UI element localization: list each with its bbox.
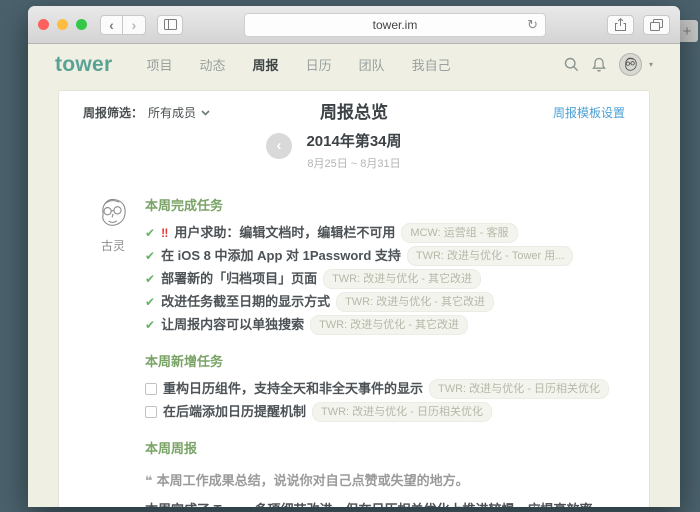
filter-label: 周报筛选： bbox=[83, 104, 143, 121]
card-header: 周报筛选： 所有成员 周报总览 周报模板设置 bbox=[83, 104, 625, 123]
check-icon[interactable]: ✔ bbox=[145, 225, 155, 241]
notifications-bell-icon[interactable] bbox=[592, 57, 606, 72]
check-icon[interactable]: ✔ bbox=[145, 271, 155, 287]
task-tag[interactable]: TWR: 改进与优化 - 日历相关优化 bbox=[429, 379, 609, 399]
url-bar-area: tower.im ↻ bbox=[190, 13, 600, 37]
refresh-icon[interactable]: ↻ bbox=[527, 18, 538, 31]
task-item: ✔ 部署新的「归档项目」页面 TWR: 改进与优化 - 其它改进 bbox=[145, 269, 625, 289]
nav-projects[interactable]: 项目 bbox=[147, 55, 173, 74]
section-heading-completed: 本周完成任务 bbox=[145, 195, 625, 214]
main-nav: 项目 动态 周报 日历 团队 我自己 bbox=[147, 55, 451, 74]
task-text[interactable]: 用户求助：编辑文档时，编辑栏不可用 bbox=[174, 225, 395, 241]
task-item: ✔ 改进任务截至日期的显示方式 TWR: 改进与优化 - 其它改进 bbox=[145, 292, 625, 312]
account-caret-down-icon[interactable]: ▾ bbox=[649, 60, 653, 69]
section-heading-report: 本周周报 bbox=[145, 438, 625, 457]
filter-chevron-down-icon bbox=[201, 110, 210, 116]
task-text[interactable]: 在 iOS 8 中添加 App 对 1Password 支持 bbox=[161, 248, 401, 264]
week-title: 2014年第34周 bbox=[83, 130, 625, 151]
member-block: 古灵 bbox=[89, 195, 137, 254]
header-icons: ▾ bbox=[564, 53, 653, 76]
quote-icon: ❝ bbox=[145, 473, 153, 488]
zoom-window-button[interactable] bbox=[76, 19, 87, 30]
previous-week-button[interactable]: ‹ bbox=[266, 133, 292, 159]
task-text[interactable]: 改进任务截至日期的显示方式 bbox=[161, 294, 330, 310]
member-avatar[interactable] bbox=[95, 195, 131, 231]
task-text[interactable]: 在后端添加日历提醒机制 bbox=[163, 404, 306, 420]
nav-myself[interactable]: 我自己 bbox=[412, 55, 451, 74]
page-area: 周报筛选： 所有成员 周报总览 周报模板设置 ‹ 2014年第34周 8月25日… bbox=[28, 84, 680, 507]
task-text[interactable]: 部署新的「归档项目」页面 bbox=[161, 271, 317, 287]
task-tag[interactable]: TWR: 改进与优化 - 其它改进 bbox=[336, 292, 494, 312]
task-item: ✔ ‼ 用户求助：编辑文档时，编辑栏不可用 MCW: 运营组 - 客服 bbox=[145, 223, 625, 243]
address-bar[interactable]: tower.im ↻ bbox=[244, 13, 546, 37]
back-button[interactable]: ‹ bbox=[100, 15, 123, 35]
task-tag[interactable]: MCW: 运营组 - 客服 bbox=[401, 223, 517, 243]
report-template-settings-link[interactable]: 周报模板设置 bbox=[553, 104, 625, 121]
task-tag[interactable]: TWR: 改进与优化 - 日历相关优化 bbox=[312, 402, 492, 422]
question-text: 本周工作成果总结，说说你对自己点赞或失望的地方。 bbox=[157, 473, 469, 488]
section-heading-added: 本周新增任务 bbox=[145, 351, 625, 370]
nav-weekly-reports[interactable]: 周报 bbox=[253, 55, 279, 74]
check-icon[interactable]: ✔ bbox=[145, 317, 155, 333]
urgent-flag-icon: ‼ bbox=[161, 225, 168, 241]
nav-calendar[interactable]: 日历 bbox=[306, 55, 332, 74]
member-report: 古灵 本周完成任务 ✔ ‼ 用户求助：编辑文档时，编辑栏不可用 MCW: 运营组… bbox=[83, 195, 625, 507]
filter-value[interactable]: 所有成员 bbox=[148, 104, 196, 121]
task-item: ✔ 让周报内容可以单独搜索 TWR: 改进与优化 - 其它改进 bbox=[145, 315, 625, 335]
browser-toolbar: ‹ › tower.im ↻ bbox=[28, 6, 680, 44]
member-name[interactable]: 古灵 bbox=[89, 237, 137, 254]
task-item: 在后端添加日历提醒机制 TWR: 改进与优化 - 日历相关优化 bbox=[145, 402, 625, 422]
share-icon[interactable] bbox=[607, 15, 634, 35]
history-nav: ‹ › bbox=[100, 15, 146, 35]
site-header: tower 项目 动态 周报 日历 团队 我自己 ▾ bbox=[28, 44, 680, 84]
task-text[interactable]: 让周报内容可以单独搜索 bbox=[161, 317, 304, 333]
site-content: tower 项目 动态 周报 日历 团队 我自己 ▾ bbox=[28, 44, 680, 507]
tab-overview-icon[interactable] bbox=[643, 15, 670, 35]
sidebar-icon[interactable] bbox=[157, 15, 183, 35]
task-tag[interactable]: TWR: 改进与优化 - Tower 用... bbox=[407, 246, 574, 266]
report-filter[interactable]: 周报筛选： 所有成员 bbox=[83, 104, 320, 121]
close-window-button[interactable] bbox=[38, 19, 49, 30]
forward-button[interactable]: › bbox=[123, 15, 146, 35]
tower-logo[interactable]: tower bbox=[55, 54, 113, 75]
report-answer: 本周完成了 Tower 多项细节改进，但在日历相关优化上推进较慢，应提高效率。 bbox=[145, 499, 625, 507]
week-navigation: ‹ 2014年第34周 8月25日 ~ 8月31日 bbox=[83, 130, 625, 171]
minimize-window-button[interactable] bbox=[57, 19, 68, 30]
user-avatar[interactable] bbox=[619, 53, 642, 76]
weekly-report-card: 周报筛选： 所有成员 周报总览 周报模板设置 ‹ 2014年第34周 8月25日… bbox=[58, 90, 650, 507]
task-text[interactable]: 重构日历组件，支持全天和非全天事件的显示 bbox=[163, 381, 423, 397]
task-item: 重构日历组件，支持全天和非全天事件的显示 TWR: 改进与优化 - 日历相关优化 bbox=[145, 379, 625, 399]
page-title: 周报总览 bbox=[320, 104, 388, 123]
window-controls bbox=[38, 19, 87, 30]
check-icon[interactable]: ✔ bbox=[145, 248, 155, 264]
week-date-range: 8月25日 ~ 8月31日 bbox=[83, 155, 625, 171]
task-item: ✔ 在 iOS 8 中添加 App 对 1Password 支持 TWR: 改进… bbox=[145, 246, 625, 266]
task-tag[interactable]: TWR: 改进与优化 - 其它改进 bbox=[310, 315, 468, 335]
checkbox-icon[interactable] bbox=[145, 406, 157, 418]
check-icon[interactable]: ✔ bbox=[145, 294, 155, 310]
url-text: tower.im bbox=[373, 18, 418, 32]
checkbox-icon[interactable] bbox=[145, 383, 157, 395]
search-icon[interactable] bbox=[564, 57, 579, 72]
nav-activity[interactable]: 动态 bbox=[200, 55, 226, 74]
report-question: ❝ 本周工作成果总结，说说你对自己点赞或失望的地方。 bbox=[145, 470, 625, 489]
browser-window: ‹ › tower.im ↻ tower 项目 动态 周报 日历 bbox=[28, 6, 680, 507]
nav-team[interactable]: 团队 bbox=[359, 55, 385, 74]
task-tag[interactable]: TWR: 改进与优化 - 其它改进 bbox=[323, 269, 481, 289]
